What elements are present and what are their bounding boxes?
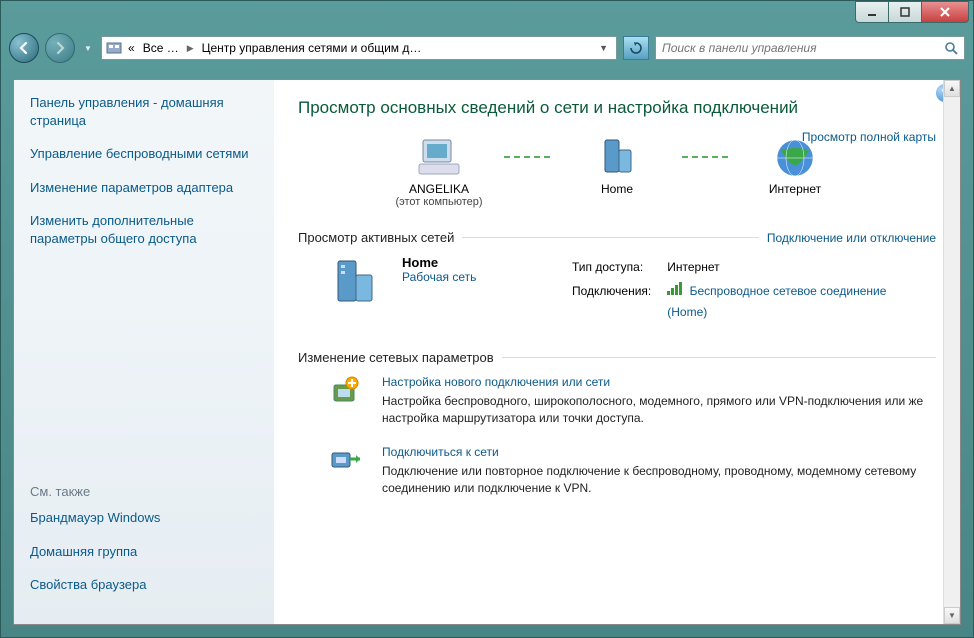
- internet-label: Интернет: [730, 182, 860, 196]
- minimize-button[interactable]: [855, 1, 889, 23]
- search-box[interactable]: [655, 36, 965, 60]
- map-line-icon: [504, 156, 552, 158]
- sidebar-seealso-homegroup[interactable]: Домашняя группа: [30, 543, 258, 561]
- close-button[interactable]: [921, 1, 969, 23]
- sidebar-seealso-firewall[interactable]: Брандмауэр Windows: [30, 509, 258, 527]
- task-connect-network-link[interactable]: Подключиться к сети: [382, 445, 936, 459]
- scroll-up-button[interactable]: ▲: [944, 80, 960, 97]
- network-name: Home: [552, 182, 682, 196]
- active-network-icon: [328, 255, 384, 311]
- nav-forward-button[interactable]: [45, 33, 75, 63]
- sidebar-link-adapter[interactable]: Изменение параметров адаптера: [30, 179, 258, 197]
- new-connection-icon: [328, 375, 364, 427]
- sidebar-seealso-browser[interactable]: Свойства браузера: [30, 576, 258, 594]
- breadcrumb-chevrons[interactable]: «: [126, 41, 137, 55]
- connect-disconnect-link[interactable]: Подключение или отключение: [767, 231, 936, 245]
- page-title: Просмотр основных сведений о сети и наст…: [298, 98, 936, 118]
- breadcrumb-sep-icon: ▶: [185, 43, 196, 54]
- maximize-button[interactable]: [888, 1, 922, 23]
- pc-sublabel: (этот компьютер): [374, 196, 504, 208]
- search-input[interactable]: [662, 41, 944, 55]
- search-icon[interactable]: [944, 41, 958, 55]
- sidebar-see-also-heading: См. также: [30, 484, 258, 499]
- sidebar-link-wireless[interactable]: Управление беспроводными сетями: [30, 145, 258, 163]
- connection-link[interactable]: Беспроводное сетевое соединение (Home): [667, 284, 886, 318]
- change-settings-title: Изменение сетевых параметров: [298, 350, 494, 365]
- task-new-connection-link[interactable]: Настройка нового подключения или сети: [382, 375, 936, 389]
- connect-network-icon: [328, 445, 364, 497]
- pc-icon: [374, 134, 504, 182]
- breadcrumb-part1[interactable]: Все …: [141, 41, 181, 55]
- full-map-link[interactable]: Просмотр полной карты: [802, 130, 936, 144]
- active-network-type-link[interactable]: Рабочая сеть: [402, 270, 552, 284]
- sidebar-link-sharing[interactable]: Изменить дополнительные параметры общего…: [30, 212, 258, 247]
- breadcrumb-dropdown[interactable]: ▼: [595, 43, 612, 53]
- breadcrumb-part2[interactable]: Центр управления сетями и общим д…: [200, 41, 424, 55]
- active-network-name: Home: [402, 255, 552, 270]
- task-connect-network-desc: Подключение или повторное подключение к …: [382, 463, 936, 497]
- access-type-label: Тип доступа:: [572, 257, 665, 279]
- nav-back-button[interactable]: [9, 33, 39, 63]
- scrollbar[interactable]: ▲ ▼: [943, 80, 960, 624]
- refresh-button[interactable]: [623, 36, 649, 60]
- signal-icon: [667, 282, 682, 295]
- scroll-down-button[interactable]: ▼: [944, 607, 960, 624]
- access-type-value: Интернет: [667, 257, 934, 279]
- nav-history-dropdown[interactable]: ▼: [81, 38, 95, 58]
- breadcrumb[interactable]: « Все … ▶ Центр управления сетями и общи…: [101, 36, 617, 60]
- divider: [502, 357, 936, 358]
- control-panel-icon: [106, 40, 122, 56]
- pc-name: ANGELIKA: [374, 182, 504, 196]
- map-line-icon: [682, 156, 730, 158]
- active-networks-title: Просмотр активных сетей: [298, 230, 454, 245]
- network-icon: [552, 134, 682, 182]
- connections-label: Подключения:: [572, 281, 665, 324]
- sidebar-home-link[interactable]: Панель управления - домашняя страница: [30, 94, 258, 129]
- task-new-connection-desc: Настройка беспроводного, широкополосного…: [382, 393, 936, 427]
- divider: [462, 237, 758, 238]
